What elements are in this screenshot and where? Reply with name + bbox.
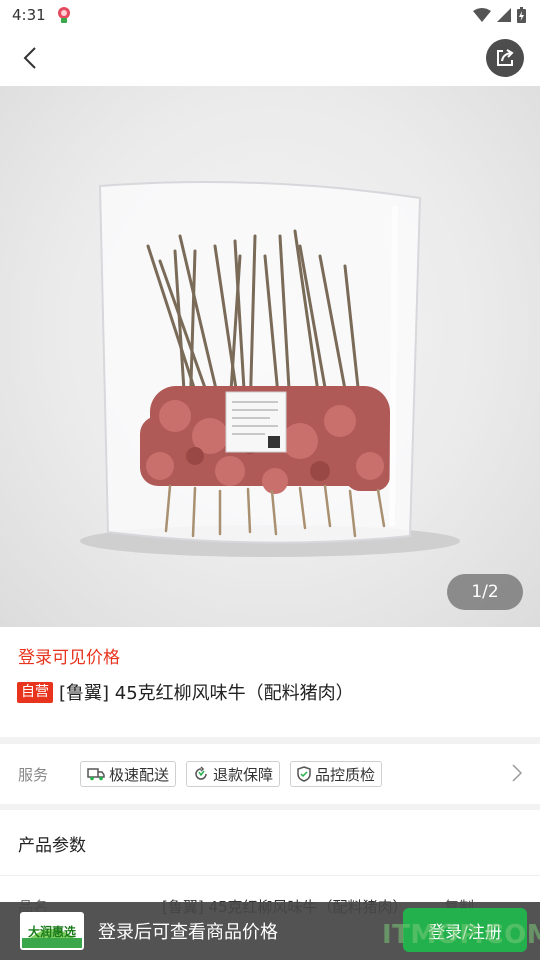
- status-time: 4:31: [12, 6, 46, 24]
- app-notification-icon: [57, 7, 70, 23]
- login-to-see-price[interactable]: 登录可见价格: [18, 643, 120, 668]
- back-button[interactable]: [14, 42, 46, 74]
- product-title: [鲁翼] 45克红柳风味牛（配料猪肉）: [59, 683, 354, 704]
- service-tag-refund: 退款保障: [186, 761, 281, 787]
- service-tag-quality: 品控质检: [290, 761, 383, 787]
- watermark: ITMOP.COM: [382, 920, 540, 950]
- product-photo: [80, 181, 460, 557]
- service-row[interactable]: 服务 极速配送 退款保障 品控质检: [0, 744, 540, 804]
- banner-text: 登录后可查看商品价格: [98, 922, 278, 943]
- signal-icon: [497, 8, 511, 22]
- product-info-card: 登录可见价格 自营 [鲁翼] 45克红柳风味牛（配料猪肉）: [0, 627, 540, 737]
- product-image[interactable]: 1/2: [0, 86, 540, 627]
- product-title-row: 自营 [鲁翼] 45克红柳风味牛（配料猪肉）: [17, 679, 354, 705]
- logo-text: 大润惠选: [27, 924, 76, 939]
- params-title: 产品参数: [18, 836, 86, 856]
- self-operated-badge: 自营: [17, 681, 53, 703]
- app-logo: 大润惠选: [20, 912, 84, 950]
- chevron-left-icon: [23, 47, 36, 69]
- service-tag-fast-delivery: 极速配送: [80, 761, 177, 787]
- service-tag-label: 极速配送: [109, 765, 170, 784]
- service-tag-label: 退款保障: [213, 765, 274, 784]
- service-label: 服务: [18, 765, 49, 784]
- refund-icon: [195, 766, 207, 780]
- battery-icon: [517, 7, 526, 23]
- image-counter: 1/2: [447, 574, 523, 610]
- wifi-icon: [473, 8, 491, 22]
- top-bar: [0, 30, 540, 86]
- truck-icon: [87, 768, 105, 781]
- share-icon: [497, 49, 514, 66]
- divider: [0, 875, 540, 876]
- status-bar: 4:31: [0, 0, 540, 30]
- share-button[interactable]: [486, 39, 524, 77]
- service-tag-label: 品控质检: [315, 765, 376, 784]
- shield-icon: [297, 766, 311, 782]
- chevron-right-icon: [512, 764, 522, 782]
